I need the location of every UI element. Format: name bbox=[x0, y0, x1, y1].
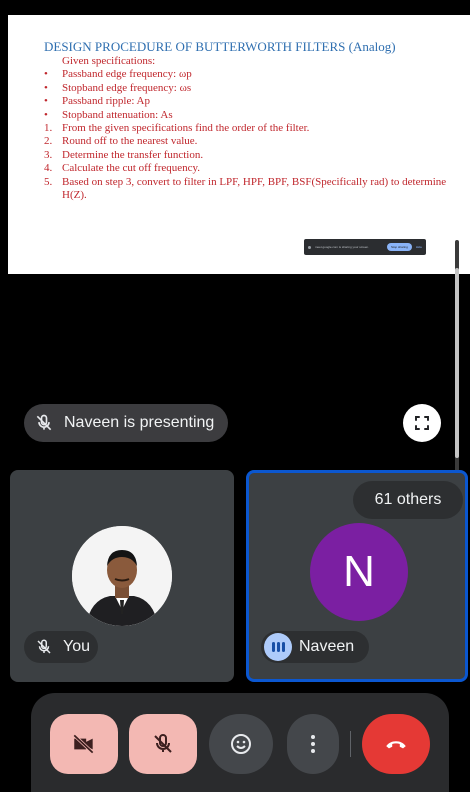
camera-toggle-button[interactable] bbox=[50, 714, 118, 774]
slide-line: • Stopband attenuation: As bbox=[44, 108, 173, 121]
mic-toggle-button[interactable] bbox=[129, 714, 197, 774]
speaker-tile[interactable]: 61 others N Naveen bbox=[246, 470, 468, 682]
screen-share-bar: meet.google.com is sharing your screen. … bbox=[304, 239, 426, 255]
slide-line: 5. Based on step 3, convert to filter in … bbox=[44, 175, 447, 202]
others-count-chip[interactable]: 61 others bbox=[353, 481, 463, 519]
slide-line: • Passband edge frequency: ωp bbox=[44, 68, 192, 81]
reactions-button[interactable] bbox=[209, 714, 273, 774]
presenter-chip: Naveen is presenting bbox=[24, 404, 228, 442]
mic-off-icon bbox=[33, 636, 55, 658]
controls-divider bbox=[350, 731, 351, 757]
slide-body: Given specifications: • Passband edge fre… bbox=[44, 55, 454, 202]
more-options-button[interactable] bbox=[287, 714, 339, 774]
audio-level-icon bbox=[264, 633, 292, 661]
self-name: You bbox=[63, 638, 90, 655]
scrollbar-thumb[interactable] bbox=[455, 268, 459, 458]
stop-sharing-button: Stop sharing bbox=[386, 243, 412, 251]
end-call-button[interactable] bbox=[362, 714, 430, 774]
slide-line: 4. Calculate the cut off frequency. bbox=[44, 162, 201, 175]
slide-title: DESIGN PROCEDURE OF BUTTERWORTH FILTERS … bbox=[44, 39, 396, 54]
slide-line: 1. From the given specifications find the… bbox=[44, 122, 310, 135]
emoji-icon bbox=[231, 734, 251, 754]
hang-up-icon bbox=[386, 741, 406, 749]
speaker-avatar: N bbox=[310, 523, 408, 621]
speaker-name-chip: Naveen bbox=[261, 631, 369, 663]
slide-line: Given specifications: bbox=[62, 55, 156, 67]
presenter-label: Naveen is presenting bbox=[64, 414, 215, 431]
avatar bbox=[72, 526, 172, 626]
share-indicator-icon bbox=[308, 245, 311, 249]
share-message: meet.google.com is sharing your screen. bbox=[315, 245, 370, 249]
mic-off-icon bbox=[32, 411, 56, 435]
presentation-stage: DESIGN PROCEDURE OF BUTTERWORTH FILTERS … bbox=[0, 0, 470, 460]
hide-button: Hide bbox=[415, 245, 422, 249]
slide-line: • Passband ripple: Ap bbox=[44, 95, 150, 108]
more-vert-icon bbox=[311, 735, 315, 753]
camera-off-icon bbox=[73, 734, 94, 754]
mic-off-icon bbox=[154, 733, 172, 753]
slide-line: 2. Round off to the nearest value. bbox=[44, 135, 198, 148]
speaker-name: Naveen bbox=[299, 638, 355, 655]
shared-slide: DESIGN PROCEDURE OF BUTTERWORTH FILTERS … bbox=[8, 15, 470, 274]
slide-line: • Stopband edge frequency: ωs bbox=[44, 81, 192, 94]
call-controls-bar bbox=[31, 693, 449, 792]
fullscreen-button[interactable] bbox=[403, 404, 441, 442]
self-tile[interactable]: You bbox=[10, 470, 234, 682]
self-name-chip: You bbox=[24, 631, 98, 663]
slide-line: 3. Determine the transfer function. bbox=[44, 148, 204, 161]
fullscreen-icon bbox=[415, 416, 429, 430]
